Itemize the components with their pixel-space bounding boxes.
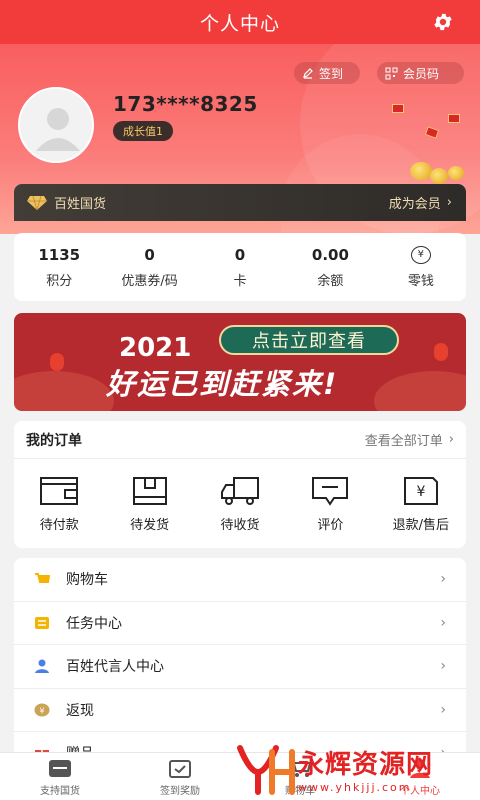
red-packet-decoration [392, 104, 404, 113]
tab-label: 签到奖励 [160, 785, 200, 797]
stat-label: 零钱 [407, 273, 434, 289]
order-status-label: 待发货 [130, 517, 170, 533]
order-review[interactable]: 评价 [285, 459, 375, 548]
tab-checkin-reward[interactable]: 签到奖励 [120, 753, 240, 800]
watermark-url: www.yhkjjj.com [298, 781, 412, 794]
banner-slogan: 好运已到赶紧来! [106, 367, 339, 401]
promo-banner[interactable]: 2021 点击立即查看 好运已到赶紧来! [14, 313, 466, 411]
stat-value: 0 [234, 245, 246, 264]
coin-decoration [430, 168, 448, 184]
truck-icon [221, 476, 260, 505]
become-member-label: 成为会员 [388, 197, 441, 212]
menu-item-ambassador[interactable]: 百姓代言人中心 › [14, 645, 466, 689]
person-icon [35, 659, 49, 674]
watermark-logo-icon [237, 745, 295, 795]
become-member-link[interactable]: 成为会员 › [389, 193, 452, 212]
orders-header: 我的订单 查看全部订单 › [14, 421, 466, 459]
my-orders-card: 我的订单 查看全部订单 › 待付款 待发货 待收货 评价 ¥ 退款/售后 [14, 421, 466, 548]
stat-points[interactable]: 1135 积分 [14, 233, 104, 301]
menu-item-cashback[interactable]: ¥ 返现 › [14, 689, 466, 732]
menu-item-label: 购物车 [66, 572, 108, 589]
order-status-label: 待收货 [220, 517, 260, 533]
yen-icon: ¥ [410, 245, 431, 264]
stat-value: 0 [144, 245, 155, 264]
coin-decoration [448, 166, 464, 180]
member-bar[interactable]: 百姓国货 成为会员 › [14, 184, 466, 221]
lantern-decoration [434, 343, 448, 361]
orders-title: 我的订单 [26, 432, 82, 449]
cashback-icon: ¥ [34, 703, 50, 717]
chevron-right-icon: › [446, 195, 452, 210]
box-icon [132, 476, 167, 505]
checkin-icon [169, 759, 191, 778]
task-icon [35, 616, 49, 629]
gear-icon[interactable] [432, 11, 454, 33]
svg-text:¥: ¥ [416, 484, 425, 500]
menu-item-label: 百姓代言人中心 [66, 659, 164, 676]
order-status-label: 退款/售后 [392, 517, 450, 533]
top-bar: 个人中心 [0, 0, 480, 44]
member-code-button[interactable]: 会员码 [377, 62, 464, 84]
chevron-right-icon: › [440, 701, 446, 718]
coin-decoration [410, 162, 432, 180]
tab-support-domestic[interactable]: 支持国货 [0, 753, 120, 800]
stat-value: 1135 [38, 245, 81, 264]
order-pending-payment[interactable]: 待付款 [14, 459, 104, 548]
chevron-right-icon: › [448, 432, 454, 447]
growth-value-badge[interactable]: 成长值1 [113, 121, 173, 141]
tab-label: 支持国货 [40, 785, 80, 797]
avatar[interactable] [18, 87, 94, 163]
user-phone: 173****8325 [113, 92, 258, 116]
order-status-label: 待付款 [39, 517, 79, 533]
order-status-label: 评价 [317, 517, 344, 533]
stat-coupons[interactable]: 0 优惠券/码 [104, 233, 194, 301]
menu-item-label: 返现 [66, 702, 94, 719]
cart-icon [35, 573, 50, 584]
service-menu: 购物车 › 任务中心 › 百姓代言人中心 › ¥ 返现 › 赠品 › [14, 558, 466, 758]
store-icon [49, 759, 71, 777]
menu-item-task-center[interactable]: 任务中心 › [14, 602, 466, 645]
chevron-right-icon: › [440, 614, 446, 631]
member-code-label: 会员码 [403, 66, 440, 81]
chevron-right-icon: › [440, 571, 446, 588]
cloud-decoration [14, 371, 114, 411]
menu-item-cart[interactable]: 购物车 › [14, 558, 466, 602]
qrcode-icon [385, 67, 398, 79]
member-brand: 百姓国货 [54, 197, 107, 212]
stat-change[interactable]: ¥ 零钱 [376, 233, 466, 301]
order-refund[interactable]: ¥ 退款/售后 [376, 459, 466, 548]
default-avatar-icon [20, 89, 92, 161]
assets-stats: 1135 积分 0 优惠券/码 0 卡 0.00 余额 ¥ 零钱 [14, 233, 466, 301]
page-title: 个人中心 [199, 12, 280, 35]
stat-label: 积分 [46, 273, 73, 289]
stat-label: 优惠券/码 [121, 273, 178, 289]
menu-item-label: 任务中心 [66, 615, 122, 632]
stat-balance[interactable]: 0.00 余额 [285, 233, 375, 301]
lantern-decoration [50, 353, 64, 371]
sign-in-label: 签到 [319, 66, 344, 81]
banner-view-button[interactable]: 点击立即查看 [219, 325, 399, 355]
stat-label: 卡 [233, 273, 247, 289]
view-all-orders-link[interactable]: 查看全部订单 › [365, 430, 454, 449]
diamond-icon [27, 195, 47, 210]
order-pending-receipt[interactable]: 待收货 [195, 459, 285, 548]
pencil-icon [303, 68, 313, 79]
stat-value: 0.00 [311, 245, 349, 264]
order-pending-shipment[interactable]: 待发货 [104, 459, 194, 548]
banner-year: 2021 [119, 333, 192, 363]
sign-in-button[interactable]: 签到 [294, 62, 360, 84]
site-watermark: 永辉资源网 www.yhkjjj.com [236, 738, 468, 800]
cloud-decoration [374, 371, 466, 411]
watermark-text: 永辉资源网 [298, 750, 434, 780]
wallet-icon [40, 476, 79, 505]
view-all-orders-label: 查看全部订单 [364, 434, 443, 449]
order-status-row: 待付款 待发货 待收货 评价 ¥ 退款/售后 [14, 459, 466, 548]
refund-icon: ¥ [403, 476, 438, 505]
comment-icon [312, 476, 349, 506]
stat-label: 余额 [317, 273, 344, 289]
chevron-right-icon: › [440, 658, 446, 675]
stat-cards[interactable]: 0 卡 [195, 233, 285, 301]
svg-text:¥: ¥ [39, 706, 44, 715]
red-packet-decoration [448, 114, 460, 123]
